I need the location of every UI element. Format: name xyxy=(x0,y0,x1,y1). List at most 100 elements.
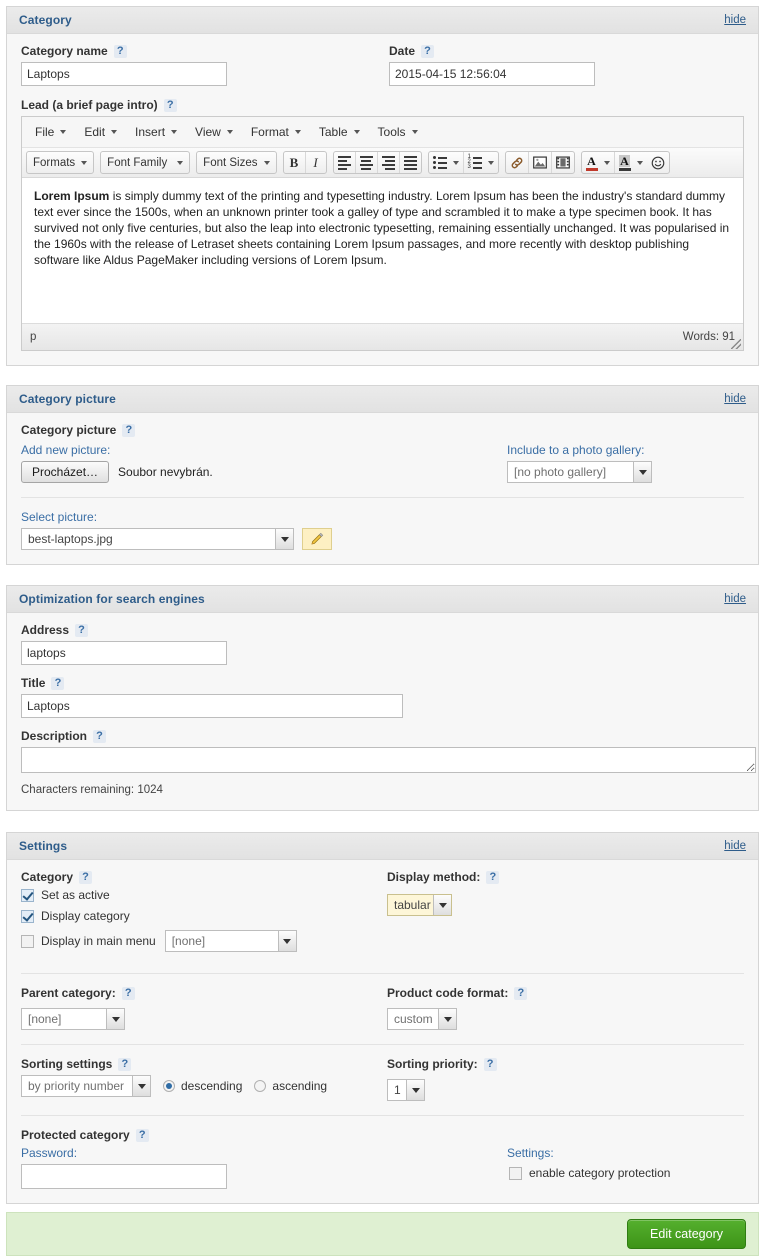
address-label: Address xyxy=(21,623,69,637)
panel-seo: Optimization for search engines hide Add… xyxy=(6,585,759,811)
edit-category-button[interactable]: Edit category xyxy=(627,1219,746,1249)
insert-media-button[interactable] xyxy=(551,152,574,173)
help-icon-category-name[interactable]: ? xyxy=(114,45,127,58)
password-group: Password: xyxy=(21,1146,507,1189)
product-code-value: custom xyxy=(388,1009,438,1029)
settings-category-left: Category ? Set as active Display categor… xyxy=(21,870,387,959)
set-active-checkbox[interactable] xyxy=(21,889,34,902)
align-left-button[interactable] xyxy=(334,152,355,173)
password-input[interactable] xyxy=(21,1164,227,1189)
protection-settings-group: Settings: enable category protection xyxy=(507,1146,744,1189)
help-icon-protected-category[interactable]: ? xyxy=(136,1129,149,1142)
help-icon-settings-category[interactable]: ? xyxy=(79,871,92,884)
text-color-icon: A xyxy=(586,155,598,171)
font-sizes-dropdown[interactable]: Font Sizes xyxy=(196,151,276,174)
display-category-checkbox[interactable] xyxy=(21,910,34,923)
editor-statusbar: p Words: 91 xyxy=(22,323,743,350)
editor-menu-insert[interactable]: Insert xyxy=(126,121,186,143)
help-icon-parent-category[interactable]: ? xyxy=(122,987,135,1000)
text-color-button[interactable]: A xyxy=(582,152,614,173)
help-icon-date[interactable]: ? xyxy=(421,45,434,58)
align-right-button[interactable] xyxy=(377,152,399,173)
photo-gallery-label: Include to a photo gallery: xyxy=(507,443,744,457)
font-family-dropdown-button[interactable]: Font Family xyxy=(101,152,189,173)
help-icon-sorting-priority[interactable]: ? xyxy=(484,1058,497,1071)
panel-category-hide-link[interactable]: hide xyxy=(724,14,746,26)
align-center-button[interactable] xyxy=(355,152,377,173)
enable-protection-checkbox[interactable] xyxy=(509,1167,522,1180)
panel-picture-hide-link[interactable]: hide xyxy=(724,393,746,405)
help-icon-product-code[interactable]: ? xyxy=(514,987,527,1000)
formats-dropdown-button[interactable]: Formats xyxy=(27,152,93,173)
background-color-button[interactable]: A xyxy=(614,152,647,173)
help-icon-lead[interactable]: ? xyxy=(164,99,177,112)
category-name-input[interactable] xyxy=(21,62,227,86)
sorting-settings-label: Sorting settings xyxy=(21,1057,112,1071)
editor-menu-tools[interactable]: Tools xyxy=(369,121,427,143)
address-input[interactable] xyxy=(21,641,227,665)
help-icon-display-method[interactable]: ? xyxy=(486,871,499,884)
editor-menubar: File Edit Insert View xyxy=(22,117,743,148)
product-code-select[interactable]: custom xyxy=(387,1008,457,1030)
display-method-select[interactable]: tabular xyxy=(387,894,452,916)
descending-radio[interactable] xyxy=(163,1080,175,1092)
chevron-down-icon xyxy=(171,130,177,134)
editor-body-text: is simply dummy text of the printing and… xyxy=(34,189,729,267)
editor-resize-handle[interactable] xyxy=(731,339,741,349)
display-main-menu-checkbox[interactable] xyxy=(21,935,34,948)
emoticon-button[interactable] xyxy=(647,152,669,173)
panel-seo-hide-link[interactable]: hide xyxy=(724,593,746,605)
bold-button[interactable]: B xyxy=(284,152,305,173)
panel-picture-body: Category picture ? Add new picture: Proc… xyxy=(7,413,758,564)
editor-word-count: Words: 91 xyxy=(683,331,735,343)
edit-picture-button[interactable] xyxy=(302,528,332,550)
protected-category-label-wrap: Protected category ? xyxy=(21,1128,744,1142)
editor-element-path[interactable]: p xyxy=(30,331,36,343)
sorting-priority-select[interactable]: 1 xyxy=(387,1079,425,1101)
select-picture-value: best-laptops.jpg xyxy=(22,529,275,549)
main-menu-select[interactable]: [none] xyxy=(165,930,297,952)
editor-menu-table[interactable]: Table xyxy=(310,121,369,143)
editor-menu-format[interactable]: Format xyxy=(242,121,310,143)
bullet-list-button[interactable] xyxy=(429,152,463,173)
seo-title-input[interactable] xyxy=(21,694,403,718)
font-family-dropdown[interactable]: Font Family xyxy=(100,151,190,174)
help-icon-address[interactable]: ? xyxy=(75,624,88,637)
bold-icon: B xyxy=(290,155,299,171)
parent-category-select[interactable]: [none] xyxy=(21,1008,125,1030)
ascending-radio[interactable] xyxy=(254,1080,266,1092)
panel-settings-hide-link[interactable]: hide xyxy=(724,840,746,852)
editor-menu-view[interactable]: View xyxy=(186,121,242,143)
settings-divider-3 xyxy=(21,1115,744,1116)
numbered-list-button[interactable]: 1 2 3 xyxy=(463,152,498,173)
enable-protection-row[interactable]: enable category protection xyxy=(509,1166,744,1180)
sorting-priority-value: 1 xyxy=(388,1080,406,1100)
editor-menu-edit[interactable]: Edit xyxy=(75,121,126,143)
insert-image-button[interactable] xyxy=(528,152,551,173)
set-active-row[interactable]: Set as active xyxy=(21,888,387,902)
italic-button[interactable]: I xyxy=(305,152,326,173)
panel-settings-title: Settings xyxy=(19,839,67,853)
editor-toolbar: Formats Font Family Font Sizes xyxy=(22,148,743,178)
chevron-down-icon xyxy=(278,931,296,951)
date-input[interactable] xyxy=(389,62,595,86)
help-icon-category-picture[interactable]: ? xyxy=(122,424,135,437)
chevron-down-icon xyxy=(453,161,459,165)
display-main-menu-row[interactable]: Display in main menu [none] xyxy=(21,930,387,952)
panel-category-header: Category hide xyxy=(7,7,758,34)
browse-button[interactable]: Procházet… xyxy=(21,461,109,483)
help-icon-sorting-settings[interactable]: ? xyxy=(118,1058,131,1071)
select-picture-dropdown[interactable]: best-laptops.jpg xyxy=(21,528,294,550)
help-icon-title[interactable]: ? xyxy=(51,677,64,690)
editor-content-area[interactable]: Lorem Ipsum is simply dummy text of the … xyxy=(22,178,743,323)
help-icon-description[interactable]: ? xyxy=(93,730,106,743)
font-sizes-dropdown-button[interactable]: Font Sizes xyxy=(197,152,275,173)
editor-menu-file[interactable]: File xyxy=(26,121,75,143)
insert-link-button[interactable] xyxy=(506,152,528,173)
display-category-row[interactable]: Display category xyxy=(21,909,387,923)
formats-dropdown[interactable]: Formats xyxy=(26,151,94,174)
align-justify-button[interactable] xyxy=(399,152,421,173)
description-textarea[interactable] xyxy=(21,747,756,773)
sorting-settings-select[interactable]: by priority number xyxy=(21,1075,151,1097)
photo-gallery-select[interactable]: [no photo gallery] xyxy=(507,461,652,483)
